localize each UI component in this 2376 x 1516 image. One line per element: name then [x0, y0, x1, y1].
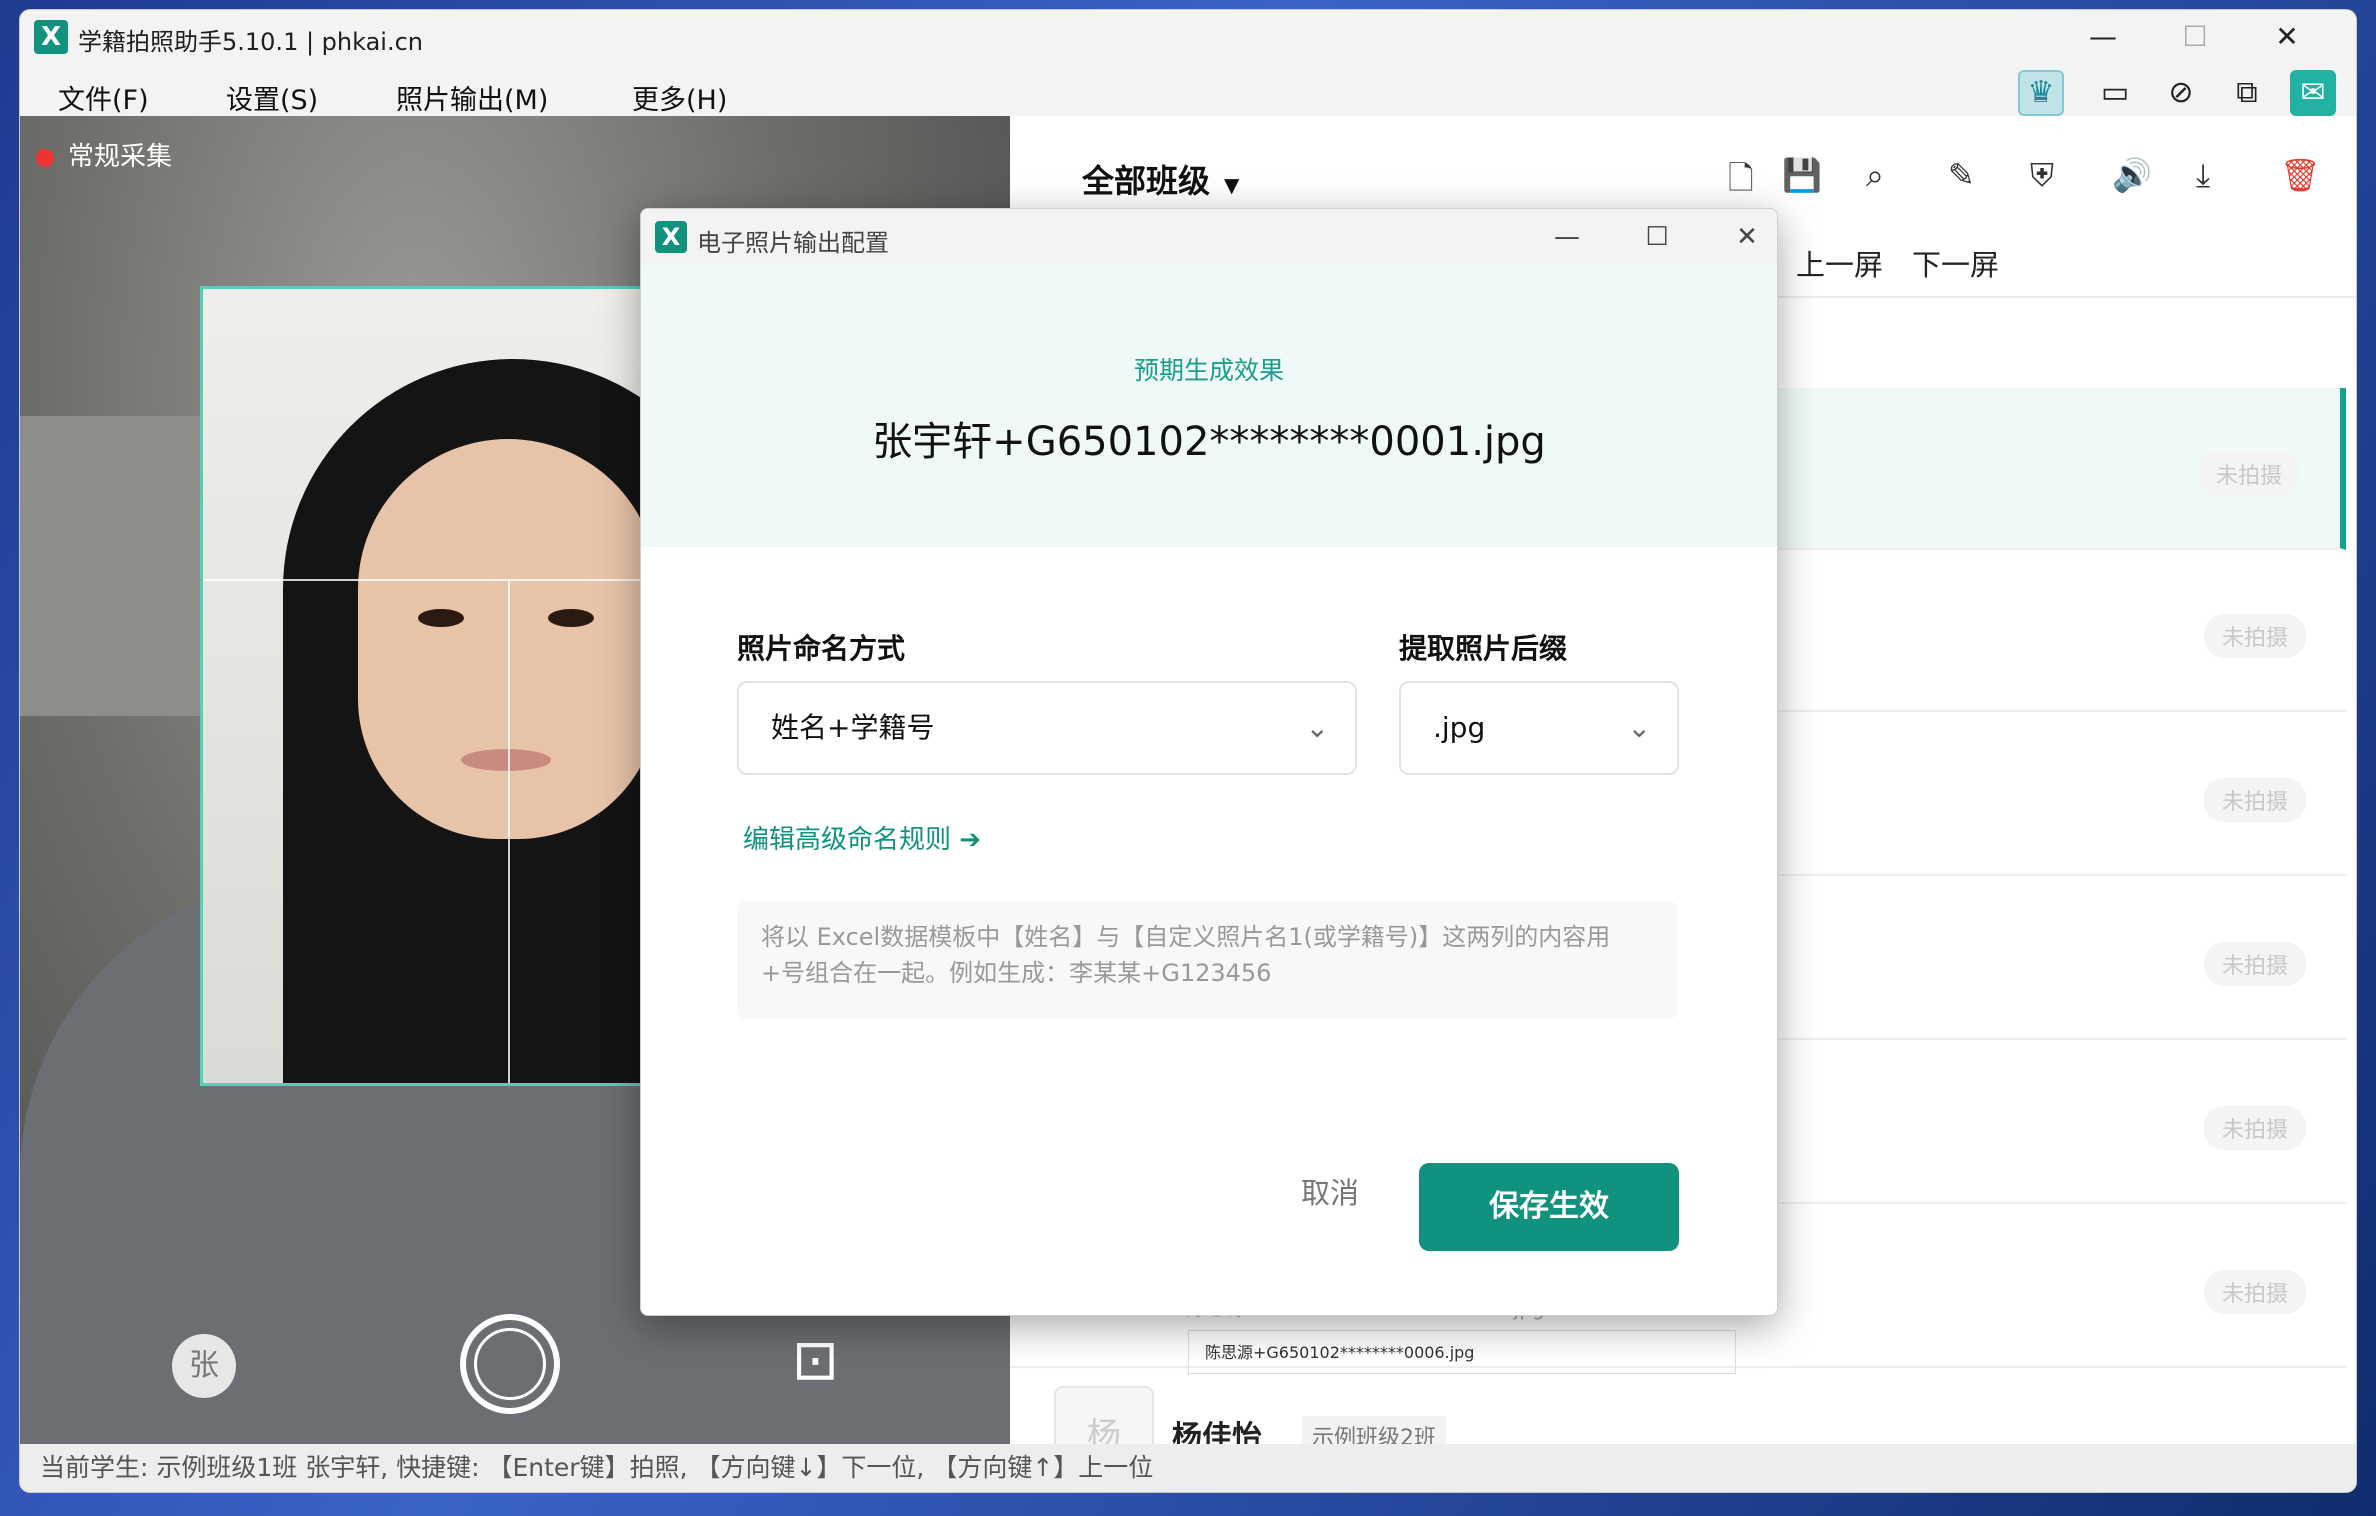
dialog-maximize-button[interactable]: ☐	[1627, 215, 1687, 259]
save-button[interactable]: 保存生效	[1419, 1163, 1679, 1251]
wechat-icon[interactable]: ✉	[2290, 70, 2336, 116]
speaker-icon[interactable]: 🔊	[2112, 156, 2152, 194]
status-badge: 未拍摄	[2203, 778, 2306, 822]
crown-icon[interactable]: ♛	[2018, 70, 2064, 116]
suffix-label: 提取照片后缀	[1399, 632, 1568, 665]
menu-photo-output[interactable]: 照片输出(M)	[396, 78, 548, 117]
tablet-icon[interactable]: ▭	[2092, 70, 2138, 116]
subject-eye-right	[548, 609, 594, 627]
shutter-button[interactable]	[460, 1314, 560, 1414]
caret-down-icon: ▼	[1224, 173, 1240, 197]
pencil-icon[interactable]: ✎	[1948, 156, 1975, 194]
preview-label: 预期生成效果	[1133, 356, 1284, 385]
naming-method-select[interactable]: 姓名+学籍号 ⌄	[737, 681, 1357, 775]
status-badge: 未拍摄	[2203, 1106, 2306, 1150]
search-icon[interactable]: ⌕	[1866, 156, 1884, 195]
file-name-box[interactable]: 陈思源+G650102********0006.jpg	[1188, 1330, 1736, 1374]
save-icon[interactable]: 💾	[1782, 156, 1822, 194]
naming-method-label: 照片命名方式	[737, 632, 906, 665]
app-logo-icon: X	[34, 20, 68, 54]
add-photo-icon[interactable]: ⊡	[792, 1328, 839, 1393]
minimize-button[interactable]: —	[2068, 16, 2138, 58]
class-selector[interactable]: 全部班级 ▼	[1082, 156, 1239, 202]
crop-guide-vertical	[508, 579, 510, 1083]
suffix-select[interactable]: .jpg ⌄	[1399, 681, 1679, 775]
status-badge: 未拍摄	[2203, 614, 2306, 658]
capture-mode-label: 常规采集	[36, 136, 172, 173]
capture-mode-text: 常规采集	[68, 142, 173, 172]
add-file-icon[interactable]: 🗋	[1728, 156, 1754, 210]
status-badge: 未拍摄	[2203, 942, 2306, 986]
preview-panel: 预期生成效果 张宇轩+G650102********0001.jpg	[641, 265, 1777, 547]
class-selector-label: 全部班级	[1082, 162, 1211, 200]
maximize-button[interactable]: ☐	[2160, 16, 2230, 58]
window-title: 学籍拍照助手5.10.1 | phkai.cn	[78, 28, 424, 56]
delete-icon[interactable]: 🗑	[2280, 156, 2321, 194]
main-window: X 学籍拍照助手5.10.1 | phkai.cn — ☐ ✕ 文件(F) 设置…	[20, 10, 2356, 1492]
shield-icon[interactable]: ⛨	[2030, 156, 2054, 195]
prev-screen-button[interactable]: 上一屏	[1796, 242, 1883, 284]
student-name-button[interactable]: 张	[172, 1334, 236, 1398]
naming-hint: 将以 Excel数据模板中【姓名】与【自定义照片名1(或学籍号)】这两列的内容用…	[737, 901, 1677, 1019]
subject-mouth	[461, 749, 551, 771]
chevron-down-icon: ⌄	[1305, 711, 1329, 744]
subject-eye-left	[418, 609, 464, 627]
background-shelf	[20, 416, 220, 716]
chevron-down-icon: ⌄	[1627, 711, 1651, 744]
menu-file[interactable]: 文件(F)	[58, 78, 149, 117]
close-button[interactable]: ✕	[2252, 16, 2322, 58]
cancel-button[interactable]: 取消	[1255, 1165, 1405, 1221]
advanced-naming-link[interactable]: 编辑高级命名规则 ➔	[743, 819, 981, 856]
dialog-title-bar: X 电子照片输出配置 — ☐ ✕	[641, 209, 1777, 265]
menu-settings[interactable]: 设置(S)	[226, 78, 318, 117]
title-bar: X 学籍拍照助手5.10.1 | phkai.cn — ☐ ✕	[20, 10, 2356, 64]
naming-method-value: 姓名+学籍号	[771, 711, 935, 744]
recording-dot-icon	[36, 148, 54, 167]
status-bar: 当前学生: 示例班级1班 张宇轩, 快捷键: 【Enter键】拍照, 【方向键↓…	[20, 1444, 2356, 1492]
dialog-title: 电子照片输出配置	[697, 229, 889, 257]
preview-filename: 张宇轩+G650102********0001.jpg	[872, 419, 1546, 465]
download-icon[interactable]: ⤓	[2196, 156, 2210, 195]
edit-photo-icon[interactable]: ⧉	[2224, 70, 2270, 116]
output-config-dialog: X 电子照片输出配置 — ☐ ✕ 预期生成效果 张宇轩+G650102*****…	[640, 208, 1778, 1316]
status-badge: 未拍摄	[2197, 452, 2300, 496]
link-icon[interactable]: ⊘	[2158, 70, 2204, 116]
dialog-minimize-button[interactable]: —	[1537, 215, 1597, 259]
dialog-logo-icon: X	[655, 221, 687, 253]
dialog-close-button[interactable]: ✕	[1717, 215, 1777, 259]
menu-more[interactable]: 更多(H)	[632, 78, 727, 117]
next-screen-button[interactable]: 下一屏	[1912, 242, 1999, 284]
status-badge: 未拍摄	[2203, 1270, 2306, 1314]
suffix-value: .jpg	[1433, 711, 1486, 744]
